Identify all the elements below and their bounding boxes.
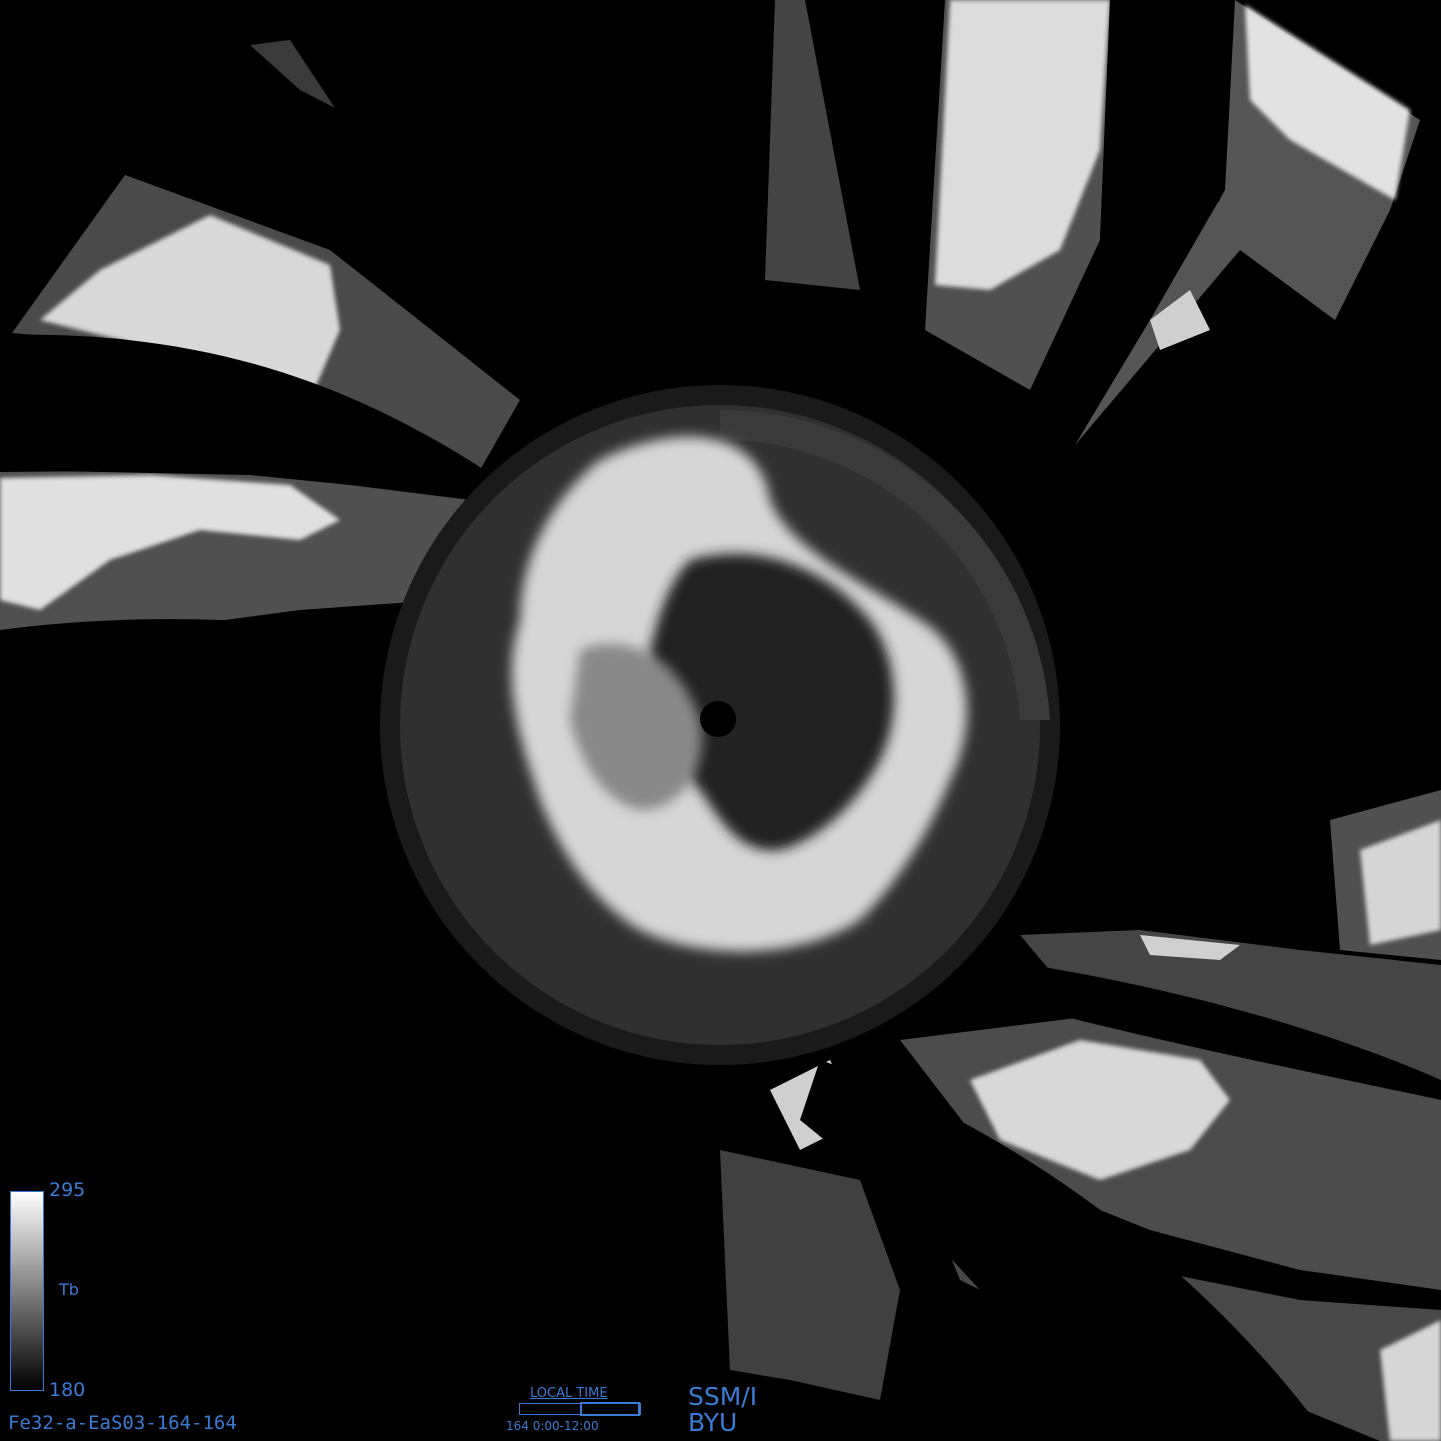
organization-label: BYU <box>688 1408 738 1437</box>
local-time-range-label: 164 0:00-12:00 <box>506 1419 599 1433</box>
colorbar-min-label: 180 <box>49 1379 86 1401</box>
polar-brightness-map <box>0 0 1441 1441</box>
local-time-window <box>580 1402 640 1416</box>
colorbar-variable-label: Tb <box>59 1280 79 1299</box>
local-time-title: LOCAL TIME <box>530 1386 608 1401</box>
image-id-label: Fe32-a-EaS03-164-164 <box>8 1412 237 1434</box>
colorbar <box>10 1191 44 1391</box>
sensor-label: SSM/I <box>688 1382 758 1411</box>
local-time-bar <box>519 1402 641 1416</box>
colorbar-max-label: 295 <box>49 1179 86 1201</box>
